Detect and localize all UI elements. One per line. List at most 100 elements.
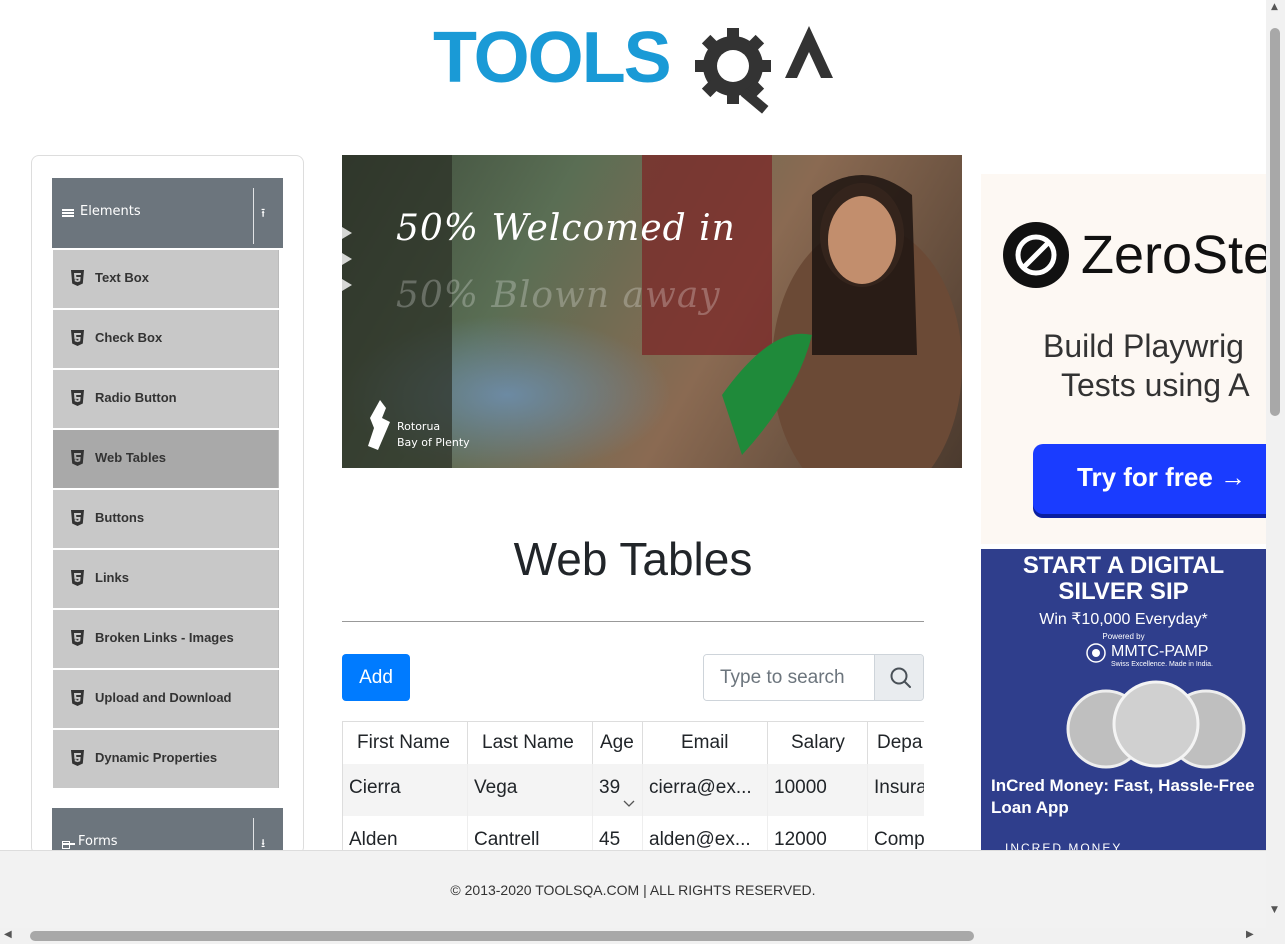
web-table: First Name Last Name Age Email Salary De… xyxy=(342,721,924,851)
banner-region: Bay of Plenty xyxy=(397,436,470,449)
ad-brand: ZeroSte xyxy=(1081,225,1266,285)
zerostep-logo-icon xyxy=(1003,222,1069,288)
sidebar-item-dynamic-properties[interactable]: Dynamic Properties xyxy=(53,730,279,788)
scrollbar-thumb[interactable] xyxy=(1270,28,1280,416)
vertical-scrollbar[interactable]: ▲ ▼ xyxy=(1266,0,1285,928)
sidebar-item-label: Broken Links - Images xyxy=(95,630,234,645)
scrollbar-thumb[interactable] xyxy=(30,931,974,941)
group-title: Forms xyxy=(78,834,118,849)
column-header-age[interactable]: Age xyxy=(593,722,643,764)
sidebar-item-label: Web Tables xyxy=(95,450,167,465)
sidebar-item-label: Check Box xyxy=(95,330,163,345)
scroll-left-icon[interactable]: ◀ xyxy=(4,929,12,940)
sidebar-item-label: Upload and Download xyxy=(95,690,232,705)
sidebar-item-label: Radio Button xyxy=(95,390,177,405)
group-title: Elements xyxy=(80,204,141,219)
site-header: TOOLS xyxy=(0,0,1266,130)
cell-email: cierra@ex... xyxy=(643,764,768,816)
banner-headline: 50% Welcomed in xyxy=(396,208,736,249)
sidebar-item-text-box[interactable]: Text Box xyxy=(53,250,279,308)
cell-salary: 10000 xyxy=(768,764,868,816)
cell-last-name: Vega xyxy=(468,764,593,816)
sidebar-item-check-box[interactable]: Check Box xyxy=(53,310,279,368)
group-header-forms[interactable]: Forms ⭳ xyxy=(52,808,283,854)
cell-first-name: Alden xyxy=(343,816,468,851)
divider xyxy=(342,621,924,622)
sidebar-item-radio-button[interactable]: Radio Button xyxy=(53,370,279,428)
ad-headline: START A DIGITAL SILVER SIP xyxy=(981,553,1266,605)
group-header-elements[interactable]: Elements ⭱ xyxy=(52,178,283,248)
sidebar-item-web-tables[interactable]: Web Tables xyxy=(53,430,279,488)
cell-email: alden@ex... xyxy=(643,816,768,851)
banner-location: Rotorua xyxy=(397,420,441,433)
cell-salary: 12000 xyxy=(768,816,868,851)
add-button[interactable]: Add xyxy=(342,654,410,701)
ad-headline-line: SILVER SIP xyxy=(1058,578,1189,605)
html5-icon xyxy=(71,330,84,346)
forms-icon xyxy=(62,841,75,849)
column-header-last-name[interactable]: Last Name xyxy=(468,722,593,764)
scroll-right-icon[interactable]: ▶ xyxy=(1246,929,1254,940)
ad-partner-tagline: Swiss Excellence. Made in India. xyxy=(1111,661,1213,668)
incred-ad[interactable]: START A DIGITAL SILVER SIP Win ₹10,000 E… xyxy=(981,549,1266,851)
ad-caption: InCred Money: Fast, Hassle-Free Loan App xyxy=(991,776,1255,817)
page-title: Web Tables xyxy=(513,533,753,585)
search-button[interactable] xyxy=(874,655,923,700)
menu-icon xyxy=(62,209,74,217)
search-input[interactable] xyxy=(704,655,874,700)
ad-offer: Win ₹10,000 Everyday* xyxy=(1039,611,1208,628)
sidebar-item-label: Dynamic Properties xyxy=(95,750,218,765)
sidebar-item-upload-download[interactable]: Upload and Download xyxy=(53,670,279,728)
collapse-up-icon[interactable]: ⭱ xyxy=(261,204,265,225)
column-header-first-name[interactable]: First Name xyxy=(343,722,468,764)
html5-icon xyxy=(71,390,84,406)
cell-age: 39 xyxy=(593,764,643,816)
search-box xyxy=(703,654,924,701)
ad-line: Tests using A xyxy=(1061,367,1250,403)
banner-subheadline: 50% Blown away xyxy=(396,275,721,316)
ad-headline-line: START A DIGITAL xyxy=(1022,552,1225,579)
sidebar-item-links[interactable]: Links xyxy=(53,550,279,608)
ad-line: Build Playwrig xyxy=(1043,328,1244,364)
horizontal-scrollbar[interactable]: ◀ ▶ xyxy=(0,928,1285,944)
cell-department: Comp xyxy=(868,816,924,851)
chevron-down-icon[interactable] xyxy=(623,797,635,809)
cell-age: 45 xyxy=(593,816,643,851)
column-header-salary[interactable]: Salary xyxy=(768,722,868,764)
sidebar-item-label: Text Box xyxy=(95,270,149,285)
ad-powered-by: Powered by xyxy=(1102,632,1145,641)
svg-text:TOOLS: TOOLS xyxy=(433,18,670,98)
cell-department: Insura xyxy=(868,764,924,816)
ad-partner: MMTC-PAMP xyxy=(1111,643,1209,660)
sidebar-item-buttons[interactable]: Buttons xyxy=(53,490,279,548)
column-header-department[interactable]: Depa xyxy=(868,722,924,764)
silver-coins-image xyxy=(1066,680,1246,769)
banner-ad[interactable]: 50% Welcomed in 50% Blown away Rotorua B… xyxy=(342,155,962,468)
sidebar-item-label: Buttons xyxy=(95,510,145,525)
table-header: First Name Last Name Age Email Salary De… xyxy=(343,722,924,764)
mmtc-logo-icon xyxy=(1086,643,1106,663)
try-for-free-button[interactable]: Try for free → xyxy=(1033,444,1266,514)
table-row: Alden Cantrell 45 alden@ex... 12000 Comp xyxy=(343,816,924,851)
scroll-down-icon[interactable]: ▼ xyxy=(1271,905,1278,915)
sidebar-item-broken-links[interactable]: Broken Links - Images xyxy=(53,610,279,668)
html5-icon xyxy=(71,690,84,706)
search-icon xyxy=(890,667,911,688)
html5-icon xyxy=(71,750,84,766)
footer: © 2013-2020 TOOLSQA.COM | ALL RIGHTS RES… xyxy=(0,850,1266,928)
cell-first-name: Cierra xyxy=(343,764,468,816)
html5-icon xyxy=(71,450,84,466)
divider xyxy=(253,188,254,244)
cell-last-name: Cantrell xyxy=(468,816,593,851)
sidebar-item-label: Links xyxy=(95,570,129,585)
zerostep-ad[interactable]: ZeroSte Build Playwrig Tests using A Try… xyxy=(981,174,1266,544)
toolsqa-logo[interactable]: TOOLS xyxy=(433,18,837,114)
scroll-up-icon[interactable]: ▲ xyxy=(1271,2,1278,12)
column-header-email[interactable]: Email xyxy=(643,722,768,764)
html5-icon xyxy=(71,570,84,586)
left-panel: Elements ⭱ Text Box Check Box Radio Butt… xyxy=(31,155,304,855)
html5-icon xyxy=(71,630,84,646)
html5-icon xyxy=(71,270,84,286)
footer-copyright: © 2013-2020 TOOLSQA.COM | ALL RIGHTS RES… xyxy=(450,882,816,898)
html5-icon xyxy=(71,510,84,526)
